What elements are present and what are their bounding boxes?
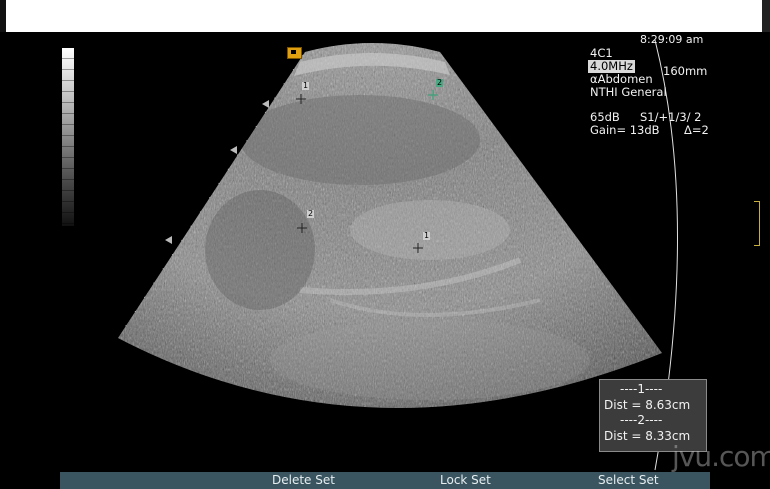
caliper-label: 1 xyxy=(302,81,310,90)
caliper-1-header: ----1---- xyxy=(620,382,663,396)
focus-marker-icon xyxy=(165,236,172,244)
grayscale-bar xyxy=(62,48,74,226)
caliper-label: 2 xyxy=(436,78,444,87)
focus-marker-icon xyxy=(230,146,237,154)
institution-label: NTHI General xyxy=(590,85,667,99)
focus-marker-icon xyxy=(262,100,269,108)
caliper-1-distance: Dist = 8.63cm xyxy=(604,397,691,412)
caliper-2-header: ----2---- xyxy=(620,413,663,427)
dynamic-range: 65dB xyxy=(590,110,620,124)
info-panel: 4C1 4.0MHz 160mm αAbdomen NTHI General 6… xyxy=(588,47,709,137)
caliper-label: 1 xyxy=(423,231,431,240)
delete-set-button[interactable]: Delete Set xyxy=(272,473,335,487)
clock: 8:29:09 am xyxy=(640,33,704,46)
depth-marker-icon xyxy=(754,201,760,246)
watermark-logo: jvu.com xyxy=(672,440,770,473)
delta-value: Δ=2 xyxy=(684,123,709,137)
softkey-bar: Delete Set Lock Set Select Set xyxy=(60,472,710,489)
caliper-label: 2 xyxy=(307,209,315,218)
select-set-button[interactable]: Select Set xyxy=(598,473,659,487)
scan-depth: 160mm xyxy=(663,64,708,78)
orientation-marker-icon xyxy=(287,47,302,59)
gain-value: Gain= 13dB xyxy=(590,123,660,137)
lock-set-button[interactable]: Lock Set xyxy=(440,473,491,487)
